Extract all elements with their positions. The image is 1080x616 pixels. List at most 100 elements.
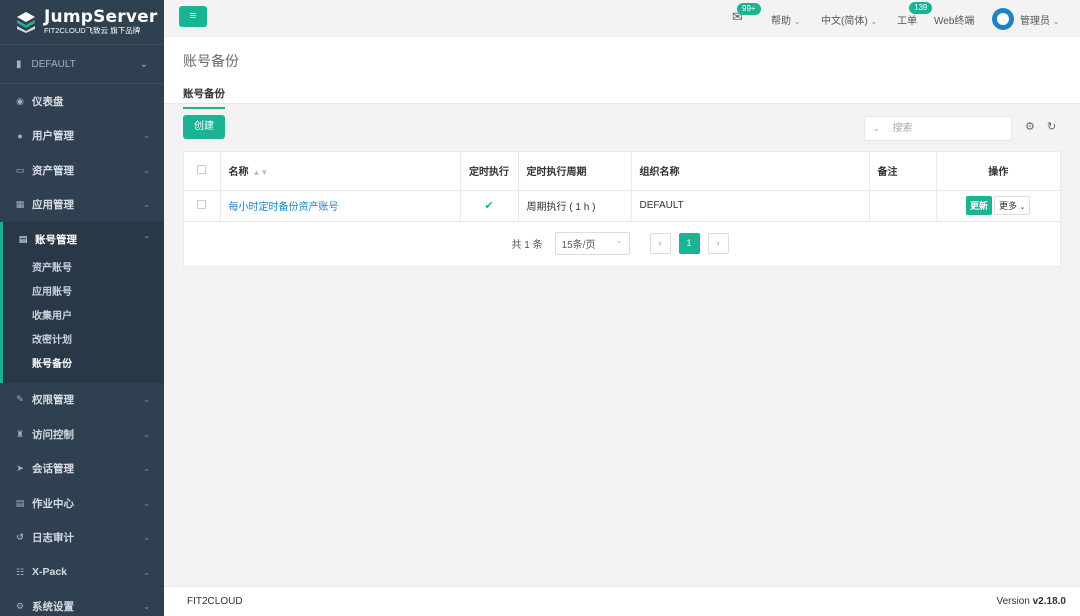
create-button[interactable]: 创建 (183, 115, 225, 139)
chevron-down-icon: ⌄ (143, 165, 150, 175)
pagination-total: 共 1 条 (511, 240, 543, 251)
column-header-actions: 操作 (936, 152, 1060, 191)
logo[interactable]: JumpServer FIT2CLOUD飞致云 旗下品牌 (0, 0, 164, 44)
sidebar-item-applications[interactable]: ▦ 应用管理 ⌄ (0, 188, 164, 223)
more-dropdown[interactable]: 更多 ⌄ (994, 196, 1031, 215)
sidebar: JumpServer FIT2CLOUD飞致云 旗下品牌 ▮ DEFAULT ⌄… (0, 0, 164, 616)
next-page-button[interactable]: › (707, 233, 729, 254)
sidebar-item-audits[interactable]: ↺ 日志审计 ⌄ (0, 521, 164, 556)
sidebar-item-label: 访问控制 (32, 428, 74, 441)
actions-cell: 更新 更多 ⌄ (936, 190, 1060, 222)
help-label: 帮助 (771, 16, 791, 27)
app-subtitle: FIT2CLOUD飞致云 旗下品牌 (44, 26, 141, 35)
sidebar-item-jobs[interactable]: ▤ 作业中心 ⌄ (0, 486, 164, 521)
sidebar-item-accounts[interactable]: ▤ 账号管理 ⌃ (0, 222, 164, 257)
edit-icon: ✎ (16, 394, 24, 405)
settings-icon: ⚙ (15, 601, 25, 612)
tab-account-backup[interactable]: 账号备份 (183, 86, 225, 109)
chevron-down-icon: ⌄ (1052, 17, 1060, 26)
chevron-down-icon: ⌄ (143, 602, 150, 612)
messages-badge: 99+ (737, 3, 761, 15)
select-all-cell (184, 152, 221, 191)
refresh-icon[interactable]: ↻ (1047, 120, 1056, 133)
page-number-button[interactable]: 1 (678, 233, 700, 254)
chevron-down-icon: ⌄ (143, 533, 150, 543)
user-menu[interactable]: 管理员 ⌄ (1020, 12, 1059, 27)
main-content: 账号备份 账号备份 创建 ⌄ 搜索 ⚙ ↻ 名称 ▲▼ 定时执行 定时执行周期 组… (164, 37, 1080, 586)
sidebar-subitem-app-accounts[interactable]: 应用账号 (3, 281, 164, 305)
sidebar-item-label: X-Pack (32, 566, 68, 579)
column-header-org: 组织名称 (631, 152, 870, 191)
sidebar-item-label: 仪表盘 (32, 95, 64, 108)
row-checkbox[interactable] (197, 199, 207, 209)
page-header: 账号备份 账号备份 (164, 37, 1080, 109)
select-all-checkbox[interactable] (197, 164, 207, 174)
page-size-select[interactable]: 15条/页 ⌄ (554, 232, 630, 255)
search-input[interactable]: ⌄ 搜索 (864, 116, 1012, 141)
version-number: v2.18.0 (1032, 596, 1066, 607)
footer: FIT2CLOUD Version v2.18.0 (164, 586, 1080, 616)
tickets-link[interactable]: 工单 (897, 12, 917, 27)
sidebar-subitem-gathered-users[interactable]: 收集用户 (3, 305, 164, 329)
language-menu[interactable]: 中文(简体) ⌄ (821, 12, 877, 27)
chevron-down-icon: ⌄ (143, 464, 150, 474)
search-placeholder: 搜索 (892, 123, 913, 134)
more-label: 更多 (999, 201, 1018, 211)
tabs: 账号备份 (183, 86, 1061, 109)
sidebar-subitem-account-backup[interactable]: 账号备份 (3, 353, 164, 377)
org-selector[interactable]: ▮ DEFAULT ⌄ (0, 44, 164, 84)
chevron-up-icon: ⌃ (143, 234, 150, 244)
column-header-label: 名称 (228, 167, 249, 179)
sidebar-item-label: 作业中心 (32, 497, 74, 510)
settings-gear-icon[interactable]: ⚙ (1025, 120, 1035, 133)
data-table: 名称 ▲▼ 定时执行 定时执行周期 组织名称 备注 操作 每小时定时备份资产账号 … (183, 151, 1061, 267)
chevron-down-icon: ⌄ (870, 17, 878, 26)
chevron-down-icon: ⌄ (143, 567, 150, 577)
sidebar-item-label: 系统设置 (32, 601, 74, 614)
column-header-name[interactable]: 名称 ▲▼ (220, 152, 461, 191)
avatar[interactable] (992, 8, 1014, 30)
chevron-down-icon: ⌄ (1019, 204, 1026, 211)
users-icon: ● (17, 130, 23, 141)
dashboard-icon: ◉ (16, 95, 24, 106)
help-menu[interactable]: 帮助 ⌄ (771, 12, 800, 27)
sidebar-item-assets[interactable]: ▭ 资产管理 ⌄ (0, 153, 164, 188)
chevron-down-icon: ⌄ (143, 395, 150, 405)
chevron-down-icon: ⌄ (139, 58, 148, 70)
sidebar-subitem-asset-accounts[interactable]: 资产账号 (3, 257, 164, 281)
prev-page-button[interactable]: ‹ (649, 233, 671, 254)
table-header-row: 名称 ▲▼ 定时执行 定时执行周期 组织名称 备注 操作 (184, 152, 1060, 191)
app-title: JumpServer (44, 7, 158, 27)
org-label: DEFAULT (31, 58, 76, 70)
sidebar-submenu-accounts: 资产账号 应用账号 收集用户 改密计划 账号备份 (0, 256, 164, 383)
sidebar-item-permissions[interactable]: ✎ 权限管理 ⌄ (0, 383, 164, 418)
user-name: 管理员 (1020, 16, 1050, 27)
version-prefix: Version (996, 596, 1033, 607)
menu-toggle-button[interactable]: ≡ (179, 6, 207, 27)
row-name-link[interactable]: 每小时定时备份资产账号 (229, 202, 339, 213)
chevron-down-icon: ⌄ (615, 236, 623, 245)
sidebar-item-users[interactable]: ● 用户管理 ⌄ (0, 119, 164, 154)
history-icon: ↺ (16, 532, 24, 543)
sort-icon[interactable]: ▲▼ (253, 168, 269, 177)
job-icon: ▤ (15, 497, 25, 508)
check-icon: ✔ (484, 200, 494, 212)
sidebar-item-label: 资产管理 (32, 164, 74, 177)
account-icon: ▤ (18, 233, 28, 244)
row-select-cell (184, 190, 221, 222)
update-button[interactable]: 更新 (966, 196, 993, 215)
sidebar-item-sessions[interactable]: ➤ 会话管理 ⌄ (0, 452, 164, 487)
org-cell: DEFAULT (631, 190, 870, 222)
web-terminal-link[interactable]: Web终端 (934, 12, 974, 27)
sidebar-item-dashboard[interactable]: ◉ 仪表盘 (0, 84, 164, 119)
sidebar-item-access-control[interactable]: ♜ 访问控制 ⌄ (0, 417, 164, 452)
sidebar-item-label: 权限管理 (32, 394, 74, 407)
topbar: ≡ ✉ 99+ 帮助 ⌄ 中文(简体) ⌄ 工单 139 Web终端 管理员 ⌄ (164, 0, 1080, 37)
chevron-down-icon: ⌄ (873, 124, 880, 133)
sidebar-item-xpack[interactable]: ☷ X-Pack ⌄ (0, 555, 164, 590)
sidebar-item-settings[interactable]: ⚙ 系统设置 ⌄ (0, 590, 164, 616)
hamburger-icon: ≡ (189, 10, 197, 22)
grid-icon: ▦ (15, 199, 25, 210)
sidebar-subitem-change-secret[interactable]: 改密计划 (3, 329, 164, 353)
footer-version: Version v2.18.0 (996, 596, 1066, 607)
